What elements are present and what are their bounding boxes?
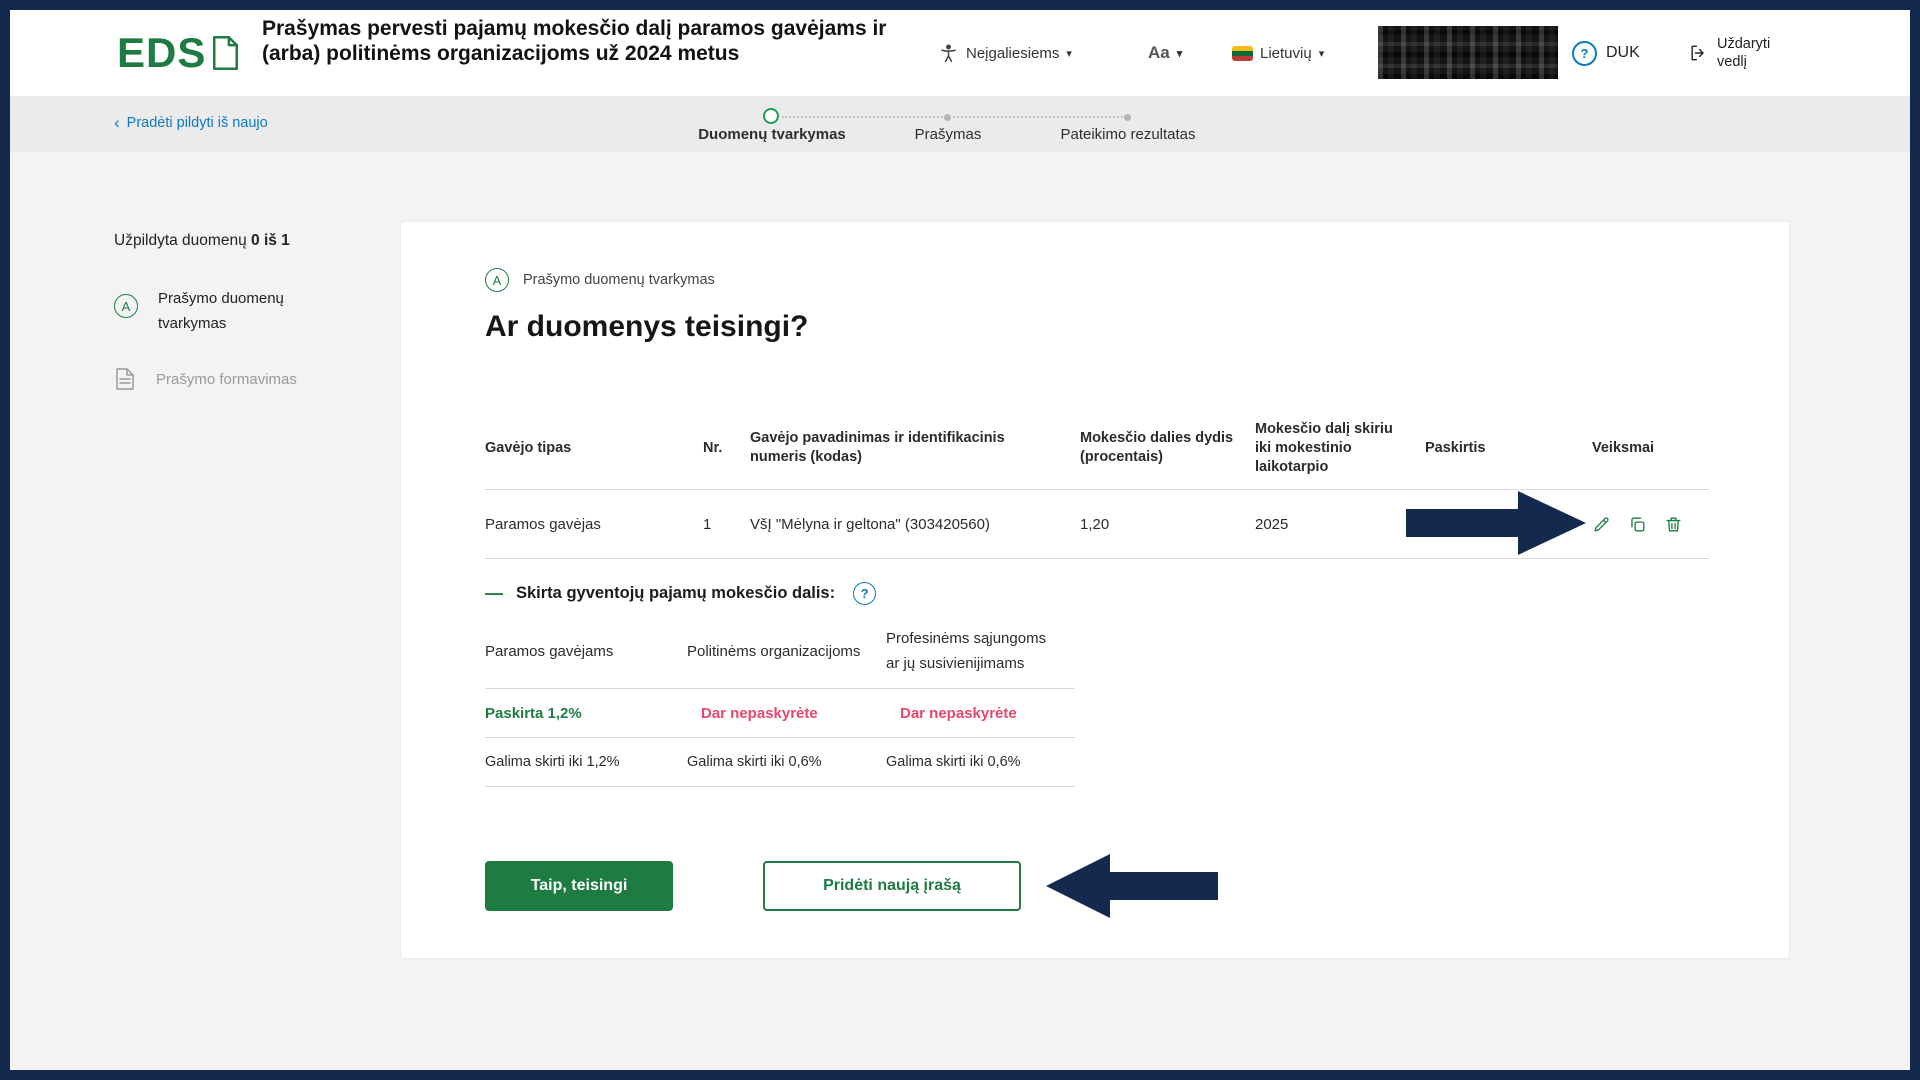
alloc-col-unions: Profesinėms sąjungoms ar jų susivienijim… [886,626,1075,676]
stepper-track [782,116,1126,118]
col-header-nr: Nr. [703,439,750,458]
eds-logo[interactable]: EDS [117,32,239,74]
section-label: Prašymo duomenų tvarkymas [523,272,715,288]
allocation-table: Paramos gavėjams Politinėms organizacijo… [485,614,1075,787]
add-new-record-button[interactable]: Pridėti naują įrašą [763,861,1021,911]
sidebar-item-label: Prašymo formavimas [156,371,297,388]
allocation-header-row: Paramos gavėjams Politinėms organizacijo… [485,614,1075,689]
step-label-request: Prašymas [913,126,983,143]
duk-label: DUK [1606,44,1640,62]
restart-link[interactable]: ‹ Pradėti pildyti iš naujo [114,114,268,131]
page-heading: Ar duomenys teisingi? [485,310,808,344]
font-size-label: Aa [1148,43,1170,63]
eds-logo-text: EDS [117,32,206,74]
step-a-badge-icon: A [485,268,509,292]
available-limit: Galima skirti iki 1,2% [485,754,687,770]
allocation-title-label: Skirta gyventojų pajamų mokesčio dalis: [516,584,835,603]
alloc-col-recipients: Paramos gavėjams [485,639,687,664]
step-label-data-management: Duomenų tvarkymas [697,126,847,143]
copy-icon[interactable] [1628,515,1647,534]
step-marker-active [763,108,779,124]
confirm-button[interactable]: Taip, teisingi [485,861,673,911]
help-question-icon[interactable]: ? [853,582,876,605]
document-logo-icon [212,36,239,70]
status-not-assigned: Dar nepaskyrėte [687,705,886,722]
eds-wizard-page: EDS Prašymas pervesti pajamų mokesčio da… [0,0,1920,1080]
col-header-percent: Mokesčio dalies dydis (procentais) [1080,429,1255,467]
chevron-left-icon: ‹ [114,114,120,131]
close-wizard-label: Uždaryti vedlį [1717,35,1770,71]
sidebar-item-label: Prašymo duomenų tvarkymas [158,286,343,336]
allocation-section-title: — Skirta gyventojų pajamų mokesčio dalis… [485,582,876,605]
annotation-arrow-right [1406,487,1586,564]
duk-help-button[interactable]: ? DUK [1572,10,1640,96]
progress-bar: ‹ Pradėti pildyti iš naujo Duomenų tvark… [10,96,1910,152]
main-card: A Prašymo duomenų tvarkymas Ar duomenys … [401,222,1789,958]
caret-down-icon: ▾ [1177,47,1183,60]
header: EDS Prašymas pervesti pajamų mokesčio da… [10,10,1910,96]
language-label: Lietuvių [1260,45,1312,62]
row-actions [1592,515,1709,534]
cell-type: Paramos gavėjas [485,516,703,533]
exit-icon [1688,43,1708,63]
accessibility-icon [938,43,959,64]
step-label-result: Pateikimo rezultatas [1048,126,1208,143]
available-limit: Galima skirti iki 0,6% [886,754,1075,770]
cell-nr: 1 [703,516,750,533]
language-menu[interactable]: Lietuvių ▾ [1232,10,1324,96]
cell-percent: 1,20 [1080,516,1255,533]
step-a-badge-icon: A [114,294,138,318]
cell-period: 2025 [1255,516,1425,533]
caret-down-icon: ▾ [1066,47,1072,60]
restart-link-label: Pradėti pildyti iš naujo [127,115,268,131]
col-header-type: Gavėjo tipas [485,439,703,458]
collapse-minus-icon[interactable]: — [485,583,503,604]
col-header-name: Gavėjo pavadinimas ir identifikacinis nu… [750,429,1080,467]
question-circle-icon: ? [1572,41,1597,66]
page-title: Prašymas pervesti pajamų mokesčio dalį p… [262,16,900,66]
sidebar-item-form-generation[interactable]: Prašymo formavimas [116,368,297,390]
document-icon [116,368,134,390]
section-badge: A Prašymo duomenų tvarkymas [485,268,715,292]
accessibility-menu[interactable]: Neįgaliesiems ▾ [938,10,1072,96]
status-assigned: Paskirta 1,2% [485,705,687,722]
alloc-col-political: Politinėms organizacijoms [687,639,886,664]
sidebar-item-data-management[interactable]: A Prašymo duomenų tvarkymas [114,286,343,336]
font-size-menu[interactable]: Aa ▾ [1148,10,1182,96]
sidebar-progress-count: 0 iš 1 [251,232,290,249]
status-not-assigned: Dar nepaskyrėte [886,705,1075,722]
delete-icon[interactable] [1664,515,1683,534]
user-name-redacted[interactable] [1378,26,1558,79]
step-marker [1124,114,1131,121]
edit-icon[interactable] [1592,515,1611,534]
allocation-status-row: Paskirta 1,2% Dar nepaskyrėte Dar nepask… [485,689,1075,738]
cell-name: VšĮ "Mėlyna ir geltona" (303420560) [750,516,1080,533]
lithuania-flag-icon [1232,46,1253,61]
col-header-purpose: Paskirtis [1425,439,1592,458]
step-marker [944,114,951,121]
accessibility-label: Neįgaliesiems [966,45,1059,62]
table-header-row: Gavėjo tipas Nr. Gavėjo pavadinimas ir i… [485,407,1709,490]
col-header-period: Mokesčio dalį skiriu iki mokestinio laik… [1255,420,1425,477]
available-limit: Galima skirti iki 0,6% [687,754,886,770]
allocation-available-row: Galima skirti iki 1,2% Galima skirti iki… [485,738,1075,787]
close-wizard-button[interactable]: Uždaryti vedlį [1688,10,1770,96]
sidebar-progress: Užpildyta duomenų 0 iš 1 [114,232,290,250]
col-header-actions: Veiksmai [1592,439,1709,458]
annotation-arrow-left [1046,850,1218,927]
caret-down-icon: ▾ [1319,47,1325,60]
